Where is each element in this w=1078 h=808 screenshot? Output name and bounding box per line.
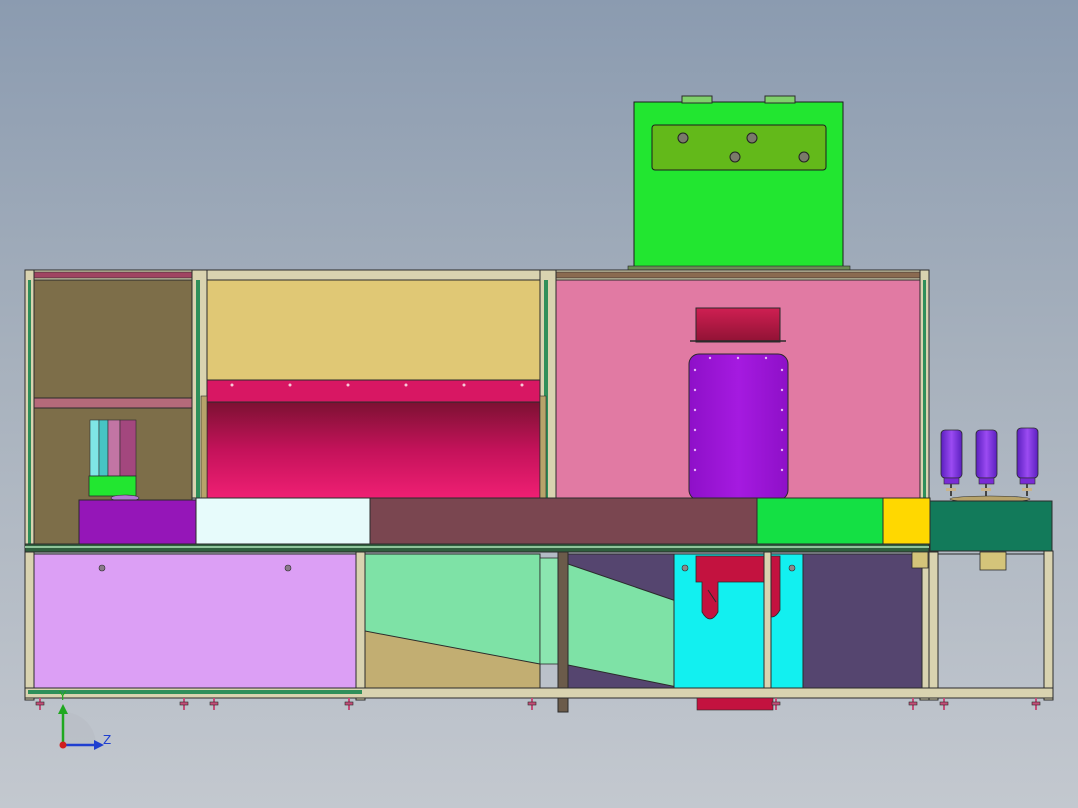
port-hole (677, 132, 689, 144)
post (1043, 550, 1054, 701)
conveyor-segment-green (756, 497, 884, 545)
leveling-foot (209, 698, 219, 710)
top-fitting (681, 95, 713, 104)
canister-small (911, 551, 929, 569)
cad-viewport[interactable]: Y Z (0, 0, 1078, 808)
panel-hole (284, 564, 292, 572)
bottles[interactable] (940, 427, 1039, 503)
leveling-foot (344, 698, 354, 710)
module-strip-mauve (107, 419, 121, 477)
leveling-foot (908, 698, 918, 710)
hood-bracket (200, 395, 208, 499)
y-axis-arrowhead (58, 704, 68, 714)
chamber-top (695, 307, 781, 343)
leveling-foot (179, 698, 189, 710)
hood-lip (206, 379, 541, 403)
bottle (975, 429, 998, 496)
hood-bracket (539, 395, 547, 499)
top-box[interactable] (627, 95, 851, 272)
panel-hole (681, 564, 689, 572)
triad-quadrant (63, 712, 96, 745)
leveling-foot (939, 698, 949, 710)
conveyor-segment-yellow (882, 497, 931, 551)
bottle (1016, 427, 1039, 496)
leveling-foot (527, 698, 537, 710)
lower-left-panel (33, 553, 357, 689)
post-green-stripe (196, 280, 200, 498)
rivet (462, 383, 466, 387)
chamber-body (688, 353, 789, 501)
bottom-rail-green (28, 690, 362, 694)
bottom-rail[interactable] (24, 687, 1054, 711)
module-strip-teal (98, 419, 109, 477)
module-base (88, 475, 137, 497)
hood[interactable] (200, 379, 547, 499)
rivet (404, 383, 408, 387)
frame-top-rail[interactable] (24, 269, 930, 281)
conveyor[interactable] (24, 497, 1053, 553)
post (355, 551, 366, 701)
lower-right-open-bay (937, 553, 1045, 689)
left-upper-panel (33, 279, 193, 399)
top-box-plate (651, 124, 827, 171)
leveling-foot (1031, 698, 1041, 710)
chute-flange (539, 557, 559, 665)
z-axis-label: Z (103, 733, 111, 747)
post (763, 551, 772, 701)
top-rail-left-accent (33, 271, 195, 279)
y-axis-label: Y (58, 689, 67, 703)
module-strip-plum (119, 419, 137, 477)
rivet (520, 383, 524, 387)
rivet (230, 383, 234, 387)
top-rail-right-accent (549, 271, 929, 279)
port-hole (729, 151, 741, 163)
conveyor-segment-brown (369, 497, 758, 545)
bottle (940, 429, 963, 496)
panel-hole (98, 564, 106, 572)
vertical-chamber[interactable] (688, 307, 789, 501)
conveyor-segment-teal (929, 500, 1053, 552)
top-fitting (764, 95, 796, 104)
leveling-foot (35, 698, 45, 710)
port-hole (798, 151, 810, 163)
panel-hole (788, 564, 796, 572)
stacked-module[interactable] (88, 419, 140, 502)
module-strip-cyan (89, 419, 100, 477)
conveyor-rail-highlight (25, 546, 929, 548)
rivet (288, 383, 292, 387)
conveyor-segment-white (195, 497, 371, 545)
legs[interactable] (35, 698, 1041, 710)
post-green-stripe (28, 280, 31, 544)
x-axis-dot (59, 741, 67, 749)
hood-body (206, 401, 541, 499)
rivet (346, 383, 350, 387)
conveyor-segment-purple (78, 499, 197, 545)
bottom-red-block (696, 697, 774, 711)
canister (979, 551, 1007, 571)
port-hole (746, 132, 758, 144)
left-shelf (33, 397, 193, 409)
post (928, 551, 939, 701)
